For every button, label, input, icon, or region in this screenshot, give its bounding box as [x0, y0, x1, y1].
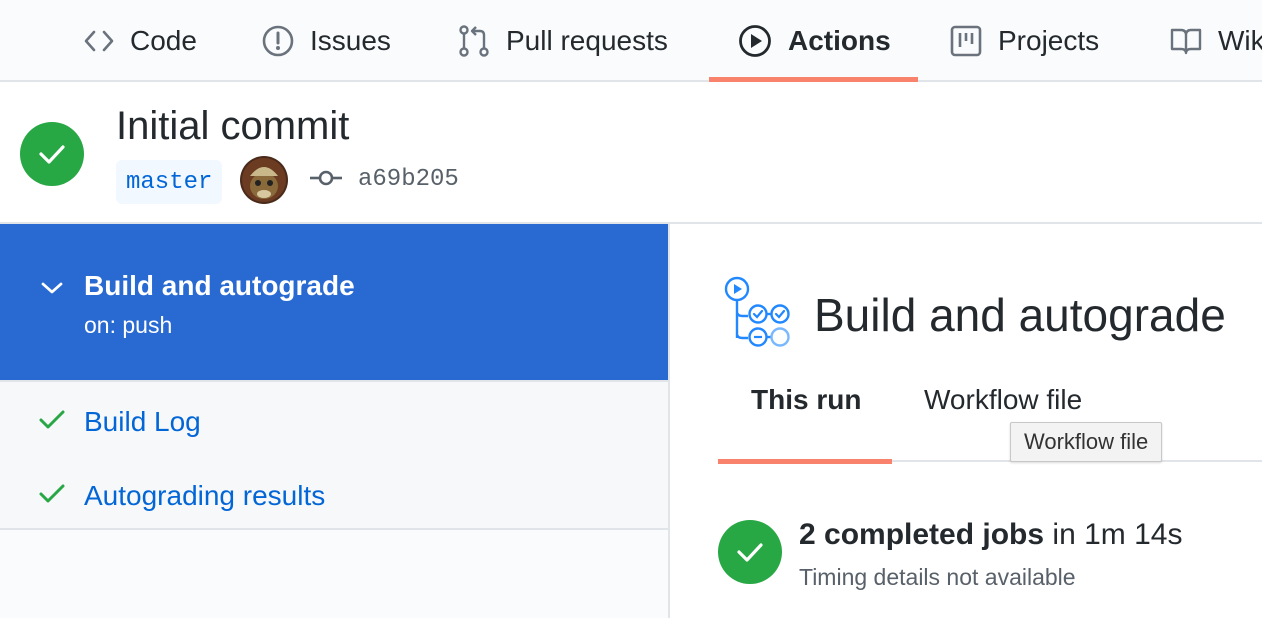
- tab-workflow-file[interactable]: Workflow file: [924, 384, 1082, 416]
- run-main-panel: Build and autograde This run Workflow fi…: [670, 224, 1262, 618]
- commit-sha[interactable]: a69b205: [358, 166, 459, 193]
- play-icon: [738, 24, 772, 58]
- check-icon: [38, 408, 66, 437]
- tab-projects-label: Projects: [998, 25, 1100, 56]
- tab-issues[interactable]: Issues: [262, 0, 391, 82]
- jobs-count: 2 completed jobs: [799, 518, 1045, 551]
- timing-note: Timing details not available: [799, 564, 1076, 590]
- jobs-duration: in 1m 14s: [1052, 518, 1183, 551]
- book-icon: [1170, 27, 1202, 55]
- pull-request-icon: [458, 25, 490, 57]
- tab-pull-requests-label: Pull requests: [506, 25, 668, 56]
- issue-icon: [262, 25, 294, 57]
- branch-label[interactable]: master: [116, 160, 223, 204]
- tab-code[interactable]: Code: [84, 0, 197, 82]
- jobs-status-success-icon: [718, 520, 782, 584]
- commit-icon: [310, 166, 342, 195]
- repo-nav: Code Issues Pull requests Actions Projec…: [0, 0, 1262, 82]
- tab-pull-requests[interactable]: Pull requests: [458, 0, 668, 82]
- sidebar-job-autograding-results[interactable]: Autograding results: [0, 466, 668, 526]
- workflow-name: Build and autograde: [84, 270, 355, 301]
- tab-wiki-label: Wiki: [1218, 25, 1262, 56]
- workflow-trigger: on: push: [84, 312, 173, 338]
- tab-actions[interactable]: Actions: [738, 0, 891, 82]
- job-label[interactable]: Autograding results: [84, 480, 325, 512]
- tab-wiki[interactable]: Wiki: [1170, 0, 1262, 82]
- chevron-down-icon[interactable]: [40, 280, 64, 301]
- tab-projects[interactable]: Projects: [950, 0, 1099, 82]
- workflow-sidebar: Build and autograde on: push Build Log A…: [0, 224, 670, 618]
- tab-code-label: Code: [130, 25, 197, 56]
- active-subtab-indicator: [718, 459, 892, 464]
- jobs-summary: 2 completed jobs in 1m 14s: [799, 518, 1182, 552]
- workflow-icon: [722, 276, 794, 353]
- avatar[interactable]: [240, 156, 288, 204]
- job-list: Build Log Autograding results: [0, 380, 668, 530]
- sidebar-job-build-log[interactable]: Build Log: [0, 392, 668, 452]
- job-label[interactable]: Build Log: [84, 406, 201, 438]
- sidebar-workflow-build-and-autograde[interactable]: Build and autograde on: push: [0, 224, 668, 380]
- code-icon: [84, 29, 114, 53]
- run-header: Initial commit master a69b205: [0, 82, 1262, 224]
- check-icon: [38, 482, 66, 511]
- tab-this-run[interactable]: This run: [751, 384, 861, 416]
- tab-issues-label: Issues: [310, 25, 391, 56]
- commit-title: Initial commit: [116, 104, 350, 148]
- project-icon: [950, 25, 982, 57]
- run-status-success-icon: [20, 122, 84, 186]
- tooltip: Workflow file: [1010, 422, 1163, 462]
- workflow-title: Build and autograde: [814, 289, 1226, 341]
- tab-actions-label: Actions: [788, 25, 891, 56]
